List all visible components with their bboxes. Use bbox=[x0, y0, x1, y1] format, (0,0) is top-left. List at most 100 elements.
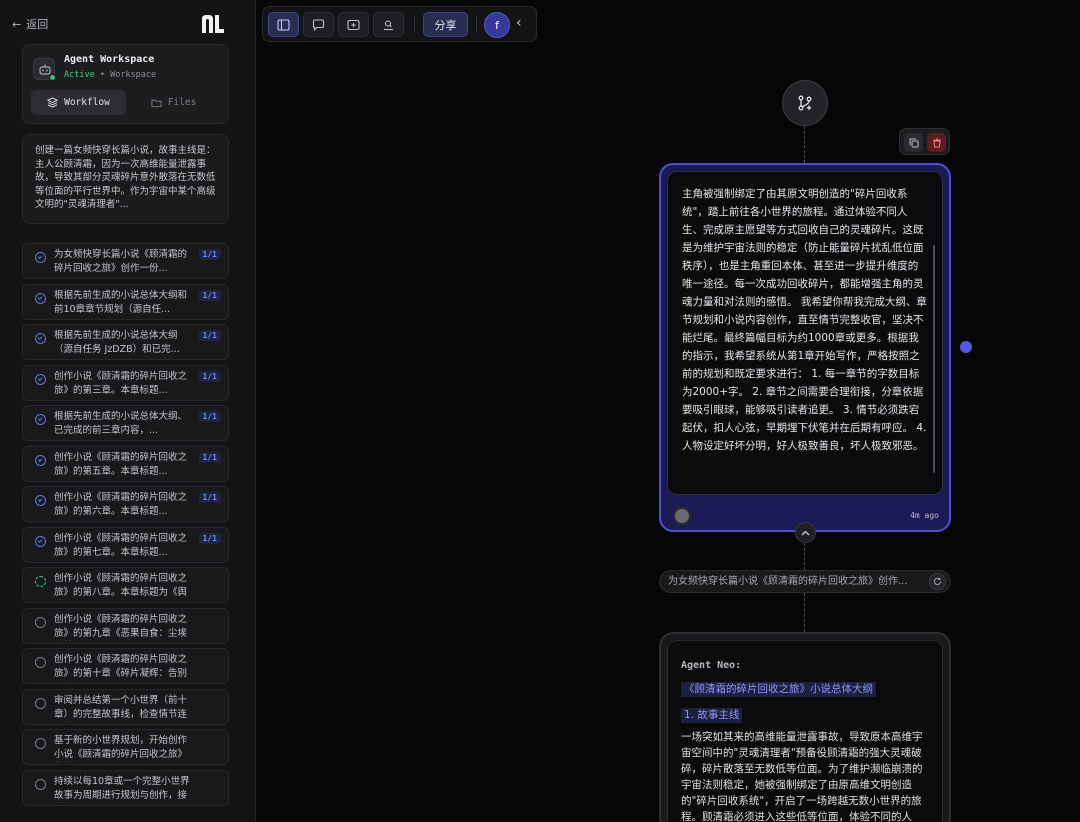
agent-response-content: Agent Neo: 《顾清霜的碎片回收之旅》小说总体大纲 1. 故事主线 一场… bbox=[667, 640, 943, 822]
task-label: 创作小说《顾清霜的碎片回收之旅》的第九章《恶果自食：尘埃终落... bbox=[54, 614, 188, 639]
task-label: 创作小说《顾清霜的碎片回收之旅》的第五章。本章标题... bbox=[54, 452, 188, 477]
tab-workflow-label: Workflow bbox=[64, 97, 110, 108]
workspace-subtitle: Active • Workspace bbox=[64, 70, 156, 80]
sidebar: ← 返回 Agent Workspace Active • Workspace … bbox=[0, 0, 256, 822]
scrollbar[interactable] bbox=[933, 245, 935, 473]
empty-circle-icon bbox=[35, 698, 46, 709]
task-item[interactable]: 创作小说《顾清霜的碎片回收之旅》的第七章。本章标题... 1/1 bbox=[22, 527, 229, 563]
task-item[interactable]: 创作小说《顾清霜的碎片回收之旅》的第五章。本章标题... 1/1 bbox=[22, 446, 229, 482]
task-item[interactable]: 根据先前生成的小说总体大纲和前10章章节规划（源自任... 1/1 bbox=[22, 284, 229, 320]
canvas-toolbar: 分享 f ‹ bbox=[262, 6, 537, 42]
task-label: 创作小说《顾清霜的碎片回收之旅》的第八章。本章标题为《舆论狂潮... bbox=[54, 573, 188, 598]
collapse-button[interactable] bbox=[795, 522, 816, 543]
task-label: 审阅并总结第一个小世界（前十章）的完整故事线，检查情节连贯性、... bbox=[54, 695, 188, 720]
task-progress-badge: 1/1 bbox=[198, 411, 221, 422]
tab-files[interactable]: Files bbox=[126, 90, 221, 115]
connector-line bbox=[804, 543, 805, 570]
back-label: 返回 bbox=[26, 18, 49, 31]
check-circle-icon bbox=[35, 414, 46, 425]
empty-circle-icon bbox=[35, 657, 46, 668]
task-progress-badge: 1/1 bbox=[198, 371, 221, 382]
task-label: 根据先前生成的小说总体大纲和前10章章节规划（源自任... bbox=[54, 290, 188, 315]
task-item[interactable]: 基于新的小世界规划，开始创作小说《顾清霜的碎片回收之旅》的第十... bbox=[22, 729, 229, 765]
workspace-title: Agent Workspace bbox=[64, 54, 155, 65]
workspace-separator: • bbox=[99, 70, 105, 80]
search-node-icon bbox=[384, 19, 393, 30]
empty-circle-icon bbox=[35, 779, 46, 790]
task-item[interactable]: 审阅并总结第一个小世界（前十章）的完整故事线，检查情节连贯性、... bbox=[22, 689, 229, 725]
task-progress-badge: 1/1 bbox=[198, 452, 221, 463]
check-circle-icon bbox=[35, 374, 46, 385]
agent-subheading: 1. 故事主线 bbox=[681, 708, 743, 723]
agent-response-node[interactable]: Agent Neo: 《顾清霜的碎片回收之旅》小说总体大纲 1. 故事主线 一场… bbox=[659, 632, 951, 822]
check-circle-icon bbox=[35, 333, 46, 344]
task-progress-badge: 1/1 bbox=[198, 249, 221, 260]
chat-bubble-icon bbox=[312, 18, 325, 31]
share-button[interactable]: 分享 bbox=[423, 12, 468, 37]
add-media-button[interactable] bbox=[338, 12, 369, 37]
agent-body-text: 一场突如其来的高维能量泄露事故，导致原本高维宇宙空间中的"灵魂清理者"预备役顾清… bbox=[681, 731, 923, 822]
folder-icon bbox=[151, 99, 162, 107]
task-item[interactable]: 根据先前生成的小说总体大纲、已完成的前三章内容，... 1/1 bbox=[22, 405, 229, 441]
sidebar-toggle-button[interactable] bbox=[268, 12, 299, 37]
workspace-bot-icon bbox=[33, 58, 56, 81]
connection-handle[interactable] bbox=[960, 341, 972, 353]
user-avatar[interactable]: f bbox=[484, 12, 510, 38]
task-item[interactable]: 创作小说《顾清霜的碎片回收之旅》的第六章。本章标题... 1/1 bbox=[22, 486, 229, 522]
check-circle-icon bbox=[35, 495, 46, 506]
online-status-dot bbox=[49, 74, 56, 81]
chevron-left-icon[interactable]: ‹ bbox=[516, 15, 522, 31]
chevron-up-icon bbox=[801, 530, 810, 535]
task-item[interactable]: 为女频快穿长篇小说《顾清霜的碎片回收之旅》创作一份... 1/1 bbox=[22, 243, 229, 279]
layers-icon bbox=[47, 97, 59, 108]
agent-name: Agent Neo: bbox=[681, 660, 742, 671]
task-item[interactable]: 创作小说《顾清霜的碎片回收之旅》的第十章《碎片凝辉：告别与新... bbox=[22, 648, 229, 684]
check-circle-icon bbox=[35, 455, 46, 466]
task-progress-badge: 1/1 bbox=[198, 290, 221, 301]
connector-line bbox=[804, 593, 805, 632]
task-item[interactable]: 持续以每10章或一个完整小世界故事为周期进行规划与创作，接续撰写... bbox=[22, 770, 229, 806]
branch-node[interactable] bbox=[782, 80, 828, 126]
chat-button[interactable] bbox=[303, 12, 334, 37]
task-label: 创作小说《顾清霜的碎片回收之旅》的第三章。本章标题... bbox=[54, 371, 188, 396]
refresh-icon bbox=[933, 577, 942, 586]
delete-button[interactable] bbox=[927, 133, 946, 152]
check-circle-icon bbox=[35, 536, 46, 547]
trash-icon bbox=[932, 138, 941, 147]
toolbar-divider bbox=[414, 16, 415, 33]
task-progress-badge: 1/1 bbox=[198, 330, 221, 341]
workspace-status: Active bbox=[64, 70, 95, 80]
check-circle-icon bbox=[35, 293, 46, 304]
task-progress-badge: 1/1 bbox=[198, 533, 221, 544]
node-actions bbox=[899, 128, 950, 155]
task-item[interactable]: 创作小说《顾清霜的碎片回收之旅》的第八章。本章标题为《舆论狂潮... bbox=[22, 567, 229, 603]
search-node-button[interactable] bbox=[373, 12, 404, 37]
empty-circle-icon bbox=[35, 738, 46, 749]
timestamp: 4m ago bbox=[910, 511, 939, 520]
user-message-node[interactable]: 主角被强制绑定了由其原文明创造的"碎片回收系统"，踏上前往各小世界的旅程。通过体… bbox=[659, 163, 951, 532]
task-item[interactable]: 创作小说《顾清霜的碎片回收之旅》的第三章。本章标题... 1/1 bbox=[22, 365, 229, 401]
tab-workflow[interactable]: Workflow bbox=[31, 90, 126, 115]
task-label: 创作小说《顾清霜的碎片回收之旅》的第六章。本章标题... bbox=[54, 492, 188, 517]
workspace-type: Workspace bbox=[110, 70, 157, 80]
task-label: 创作小说《顾清霜的碎片回收之旅》的第七章。本章标题... bbox=[54, 533, 188, 558]
task-item[interactable]: 根据先前生成的小说总体大纲（源自任务 JzDZB）和已完... 1/1 bbox=[22, 324, 229, 360]
loading-spinner-icon bbox=[35, 576, 46, 587]
task-label: 为女频快穿长篇小说《顾清霜的碎片回收之旅》创作一份... bbox=[54, 249, 188, 274]
toolbar-divider bbox=[476, 16, 477, 33]
back-button[interactable]: ← 返回 bbox=[12, 16, 48, 32]
agent-heading: 《顾清霜的碎片回收之旅》小说总体大纲 bbox=[681, 682, 876, 697]
copy-icon bbox=[909, 138, 918, 147]
add-media-icon bbox=[347, 19, 360, 30]
task-summary-pill[interactable]: 为女频快穿长篇小说《顾清霜的碎片回收之旅》创作... bbox=[659, 570, 951, 593]
user-message-text: 主角被强制绑定了由其原文明创造的"碎片回收系统"，踏上前往各小世界的旅程。通过体… bbox=[667, 171, 943, 495]
task-label: 创作小说《顾清霜的碎片回收之旅》的第十章《碎片凝辉：告别与新... bbox=[54, 654, 188, 679]
task-item[interactable]: 创作小说《顾清霜的碎片回收之旅》的第九章《恶果自食：尘埃终落... bbox=[22, 608, 229, 644]
task-label: 基于新的小世界规划，开始创作小说《顾清霜的碎片回收之旅》的第十... bbox=[54, 735, 188, 760]
task-prompt-card[interactable]: 创建一篇女频快穿长篇小说，故事主线是：主人公顾清霜，因为一次高维能量泄露事故，导… bbox=[22, 134, 229, 224]
refresh-button[interactable] bbox=[929, 573, 946, 590]
task-label: 根据先前生成的小说总体大纲（源自任务 JzDZB）和已完... bbox=[54, 330, 180, 355]
copy-button[interactable] bbox=[904, 133, 923, 152]
task-label: 持续以每10章或一个完整小世界故事为周期进行规划与创作，接续撰写... bbox=[54, 776, 190, 801]
check-circle-icon bbox=[35, 252, 46, 263]
